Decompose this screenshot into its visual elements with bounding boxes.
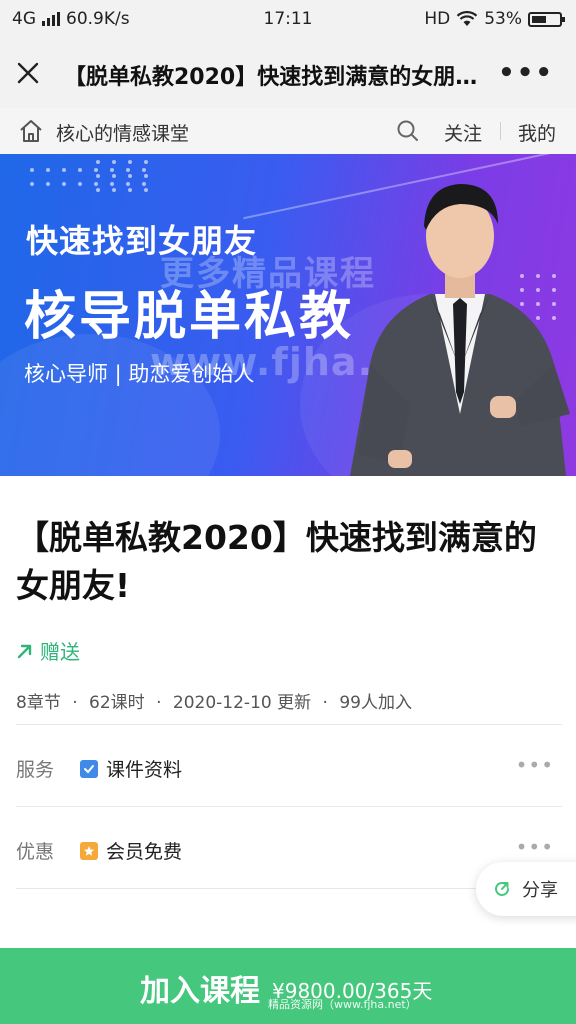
course-banner: 快速找到女朋友 核导脱单私教 核心导师 | 助恋爱创始人 更多精品课程 www.… <box>0 154 576 476</box>
search-icon[interactable] <box>396 119 420 143</box>
shop-name-link[interactable]: 核心的情感课堂 <box>56 119 189 146</box>
follow-button[interactable]: 关注 <box>444 119 482 146</box>
watermark: 精品资源网（www.fjha.net） <box>268 998 417 1011</box>
battery-fill <box>532 15 546 23</box>
battery-icon <box>528 11 565 27</box>
join-course-button[interactable]: 加入课程 ¥9800.00/365天 精品资源网（www.fjha.net） <box>0 948 576 1024</box>
page-title: 【脱单私教2020】快速找到满意的女朋友！ <box>64 65 494 90</box>
divider <box>500 122 501 140</box>
share-icon <box>495 882 509 896</box>
joined-count: 99人加入 <box>339 693 412 713</box>
discount-label: 优惠 <box>16 841 55 863</box>
share-button[interactable]: 分享 <box>476 862 576 916</box>
star-icon <box>80 841 98 860</box>
wifi-icon <box>456 11 478 26</box>
arrow-up-right-icon <box>17 644 32 658</box>
gift-label: 赠送 <box>40 640 80 664</box>
shop-bar: 核心的情感课堂 关注 我的 <box>0 108 576 155</box>
battery-percent: 53% <box>484 9 522 29</box>
status-right: HD 53% <box>424 9 565 29</box>
service-value: 课件资料 <box>106 759 183 781</box>
check-icon <box>80 759 98 778</box>
share-label: 分享 <box>522 880 558 901</box>
service-row[interactable]: 服务 课件资料 ••• <box>16 724 562 807</box>
course-title: 【脱单私教2020】快速找到满意的女朋友! <box>16 518 537 605</box>
more-dots-icon[interactable]: ••• <box>516 835 554 859</box>
service-tag: 课件资料 <box>80 755 182 782</box>
more-menu-button[interactable]: ••• <box>498 60 554 86</box>
close-icon[interactable] <box>14 59 42 87</box>
instructor-photo <box>350 184 570 476</box>
more-dots-icon[interactable]: ••• <box>516 753 554 777</box>
home-icon[interactable] <box>18 119 44 143</box>
chapter-count: 8章节 <box>16 693 61 713</box>
service-label: 服务 <box>16 759 55 781</box>
join-label: 加入课程 <box>140 974 260 1009</box>
course-meta: 8章节 · 62课时 · 2020-12-10 更新 · 99人加入 <box>16 693 412 713</box>
gift-link[interactable]: 赠送 <box>16 636 80 665</box>
hd-indicator: HD <box>424 9 451 29</box>
lesson-count: 62课时 <box>89 693 145 713</box>
discount-value: 会员免费 <box>106 841 183 863</box>
mine-link[interactable]: 我的 <box>518 119 556 146</box>
discount-tag: 会员免费 <box>80 837 182 864</box>
update-date: 2020-12-10 更新 <box>172 693 312 713</box>
dot-pattern <box>96 160 150 192</box>
status-bar: 4G 60.9K/s 17:11 HD 53% <box>0 0 576 38</box>
nav-bar: 【脱单私教2020】快速找到满意的女朋友！ ••• <box>0 38 576 109</box>
